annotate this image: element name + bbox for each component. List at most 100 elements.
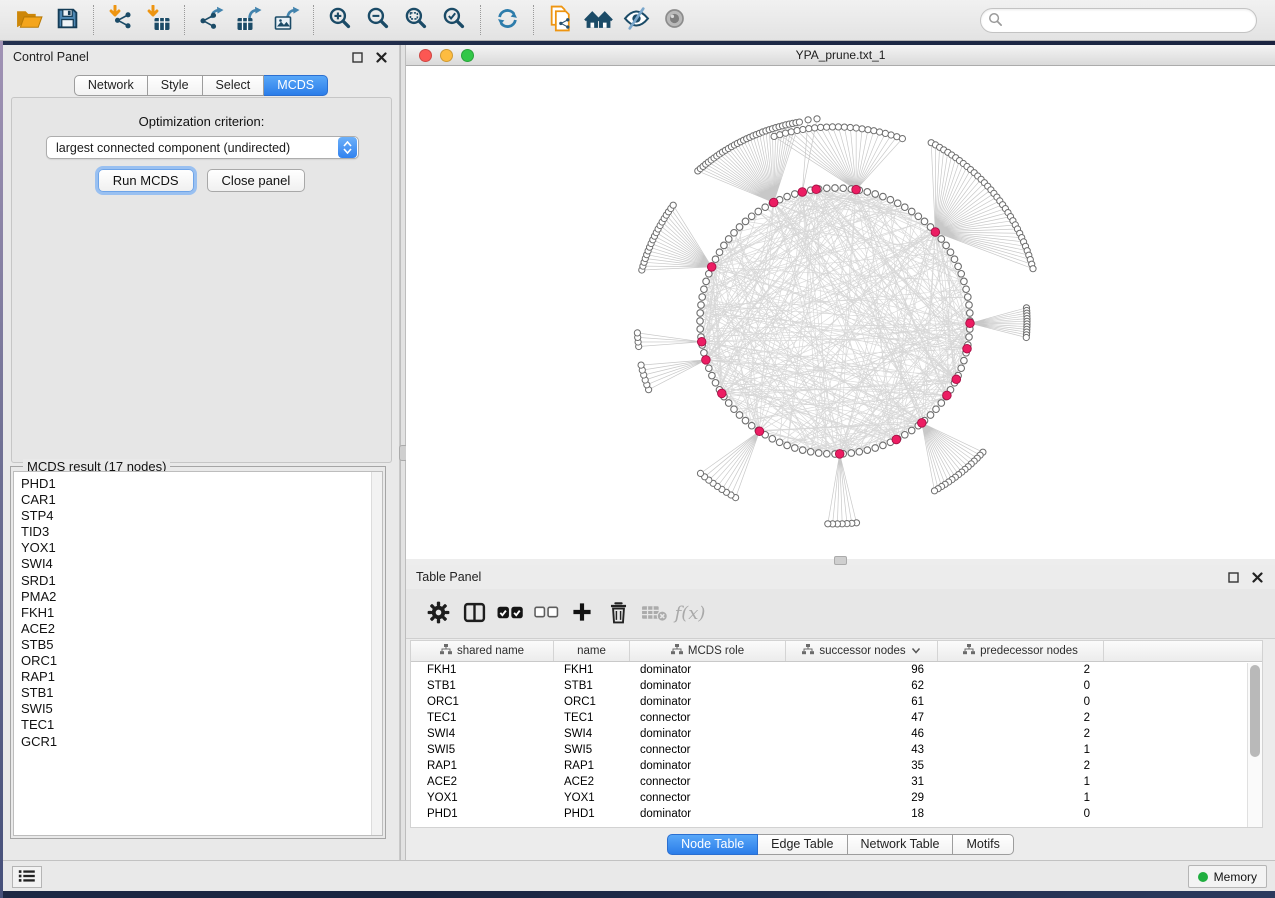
table-row[interactable]: STB1STB1dominator620 — [411, 678, 1262, 694]
network-graph[interactable] — [406, 66, 1275, 558]
mcds-result-item[interactable]: SWI4 — [21, 556, 382, 572]
tab-motifs[interactable]: Motifs — [953, 834, 1013, 855]
table-cell[interactable]: 2 — [938, 710, 1104, 726]
table-cell[interactable]: connector — [630, 742, 786, 758]
mcds-result-item[interactable]: PHD1 — [21, 476, 382, 492]
table-cell[interactable]: 0 — [938, 806, 1104, 822]
tab-select[interactable]: Select — [203, 75, 265, 96]
close-panel-icon[interactable] — [373, 49, 389, 65]
mcds-result-item[interactable]: STP4 — [21, 508, 382, 524]
table-cell[interactable]: 0 — [938, 694, 1104, 710]
create-column-button[interactable] — [564, 596, 600, 632]
table-cell[interactable]: dominator — [630, 758, 786, 774]
table-cell[interactable]: YOX1 — [411, 790, 554, 806]
hide-selected-button[interactable] — [619, 4, 653, 36]
table-cell[interactable]: 2 — [938, 662, 1104, 678]
table-cell[interactable]: STB1 — [554, 678, 630, 694]
table-cell[interactable]: SWI4 — [554, 726, 630, 742]
table-row[interactable]: YOX1YOX1connector291 — [411, 790, 1262, 806]
mcds-result-item[interactable]: ACE2 — [21, 621, 382, 637]
new-network-from-selection-button[interactable] — [543, 4, 577, 36]
mcds-result-list[interactable]: PHD1CAR1STP4TID3YOX1SWI4SRD1PMA2FKH1ACE2… — [13, 471, 383, 836]
mcds-result-scrollbar[interactable] — [371, 472, 382, 835]
zoom-fit-button[interactable] — [399, 4, 433, 36]
memory-button[interactable]: Memory — [1188, 865, 1267, 888]
refresh-button[interactable] — [490, 4, 524, 36]
mcds-result-item[interactable]: PMA2 — [21, 589, 382, 605]
table-row[interactable]: FKH1FKH1dominator962 — [411, 662, 1262, 678]
table-cell[interactable]: ACE2 — [411, 774, 554, 790]
table-cell[interactable]: connector — [630, 774, 786, 790]
column-header-predecessor-nodes[interactable]: predecessor nodes — [938, 641, 1104, 661]
table-cell[interactable]: 96 — [786, 662, 938, 678]
mcds-result-item[interactable]: SWI5 — [21, 701, 382, 717]
network-canvas[interactable] — [406, 66, 1275, 558]
close-window-icon[interactable] — [419, 49, 432, 62]
table-cell[interactable]: 29 — [786, 790, 938, 806]
node-table-scrollbar[interactable] — [1247, 663, 1262, 827]
table-cell[interactable]: FKH1 — [411, 662, 554, 678]
import-table-button[interactable] — [141, 4, 175, 36]
mcds-result-item[interactable]: SRD1 — [21, 573, 382, 589]
minimize-window-icon[interactable] — [440, 49, 453, 62]
table-row[interactable]: RAP1RAP1dominator352 — [411, 758, 1262, 774]
zoom-out-button[interactable] — [361, 4, 395, 36]
table-row[interactable]: SWI4SWI4dominator462 — [411, 726, 1262, 742]
table-cell[interactable]: dominator — [630, 678, 786, 694]
zoom-selected-button[interactable] — [437, 4, 471, 36]
table-row[interactable]: TEC1TEC1connector472 — [411, 710, 1262, 726]
maximize-window-icon[interactable] — [461, 49, 474, 62]
mcds-result-item[interactable]: STB1 — [21, 685, 382, 701]
table-row[interactable]: PHD1PHD1dominator180 — [411, 806, 1262, 822]
table-cell[interactable]: RAP1 — [554, 758, 630, 774]
show-columns-button[interactable] — [456, 596, 492, 632]
mcds-result-item[interactable]: STB5 — [21, 637, 382, 653]
table-cell[interactable]: YOX1 — [554, 790, 630, 806]
table-cell[interactable]: FKH1 — [554, 662, 630, 678]
save-session-button[interactable] — [50, 4, 84, 36]
column-header-name[interactable]: name — [554, 641, 630, 661]
table-cell[interactable]: 1 — [938, 790, 1104, 806]
table-cell[interactable]: PHD1 — [411, 806, 554, 822]
table-cell[interactable]: 0 — [938, 678, 1104, 694]
table-row[interactable]: ACE2ACE2connector311 — [411, 774, 1262, 790]
column-header-shared-name[interactable]: shared name — [411, 641, 554, 661]
export-table-button[interactable] — [232, 4, 266, 36]
table-row[interactable]: ORC1ORC1dominator610 — [411, 694, 1262, 710]
tab-network-table[interactable]: Network Table — [848, 834, 954, 855]
table-cell[interactable]: 2 — [938, 726, 1104, 742]
export-network-button[interactable] — [194, 4, 228, 36]
table-row[interactable]: SWI5SWI5connector431 — [411, 742, 1262, 758]
table-options-gear-button[interactable] — [420, 596, 456, 632]
zoom-in-button[interactable] — [323, 4, 357, 36]
table-cell[interactable]: 18 — [786, 806, 938, 822]
unselect-all-columns-button[interactable] — [528, 596, 564, 632]
table-cell[interactable]: 47 — [786, 710, 938, 726]
tab-network[interactable]: Network — [74, 75, 148, 96]
mcds-result-item[interactable]: RAP1 — [21, 669, 382, 685]
table-cell[interactable]: SWI5 — [411, 742, 554, 758]
first-neighbors-button[interactable] — [581, 4, 615, 36]
table-cell[interactable]: PHD1 — [554, 806, 630, 822]
mcds-result-item[interactable]: ORC1 — [21, 653, 382, 669]
column-header-successor-nodes[interactable]: successor nodes — [786, 641, 938, 661]
task-history-button[interactable] — [12, 866, 42, 888]
open-session-button[interactable] — [12, 4, 46, 36]
table-cell[interactable]: connector — [630, 710, 786, 726]
tab-edge-table[interactable]: Edge Table — [758, 834, 847, 855]
table-cell[interactable]: dominator — [630, 806, 786, 822]
tab-mcds[interactable]: MCDS — [264, 75, 328, 96]
mcds-result-item[interactable]: TEC1 — [21, 717, 382, 733]
table-cell[interactable]: dominator — [630, 662, 786, 678]
export-image-button[interactable] — [270, 4, 304, 36]
select-all-columns-button[interactable] — [492, 596, 528, 632]
table-cell[interactable]: TEC1 — [411, 710, 554, 726]
show-all-button[interactable] — [657, 4, 691, 36]
table-cell[interactable]: ORC1 — [411, 694, 554, 710]
table-cell[interactable]: 31 — [786, 774, 938, 790]
table-cell[interactable]: SWI4 — [411, 726, 554, 742]
search-input[interactable] — [1003, 11, 1256, 31]
float-table-panel-icon[interactable] — [1225, 569, 1241, 585]
mcds-result-item[interactable]: FKH1 — [21, 605, 382, 621]
table-cell[interactable]: 43 — [786, 742, 938, 758]
